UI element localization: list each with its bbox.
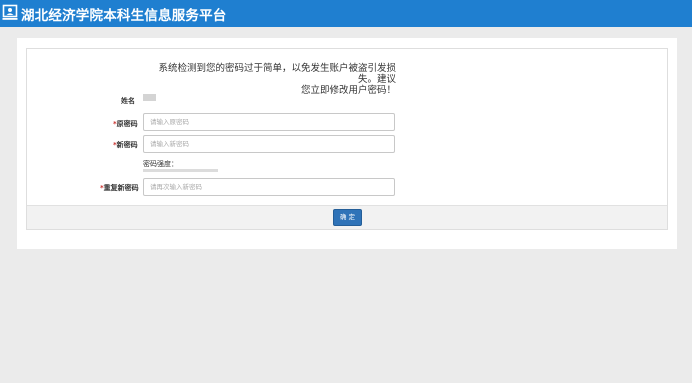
name-value-redacted: [143, 94, 156, 101]
weak-password-notice: 系统检测到您的密码过于简单，以免发生账户被盗引发损失。建议 您立即修改用户密码！: [146, 63, 396, 96]
new-password-label: *新密码: [113, 141, 138, 149]
top-header-bar: 湖北经济学院本科生信息服务平台: [0, 0, 692, 27]
site-title: 湖北经济学院本科生信息服务平台: [21, 8, 227, 24]
notice-line-1: 系统检测到您的密码过于简单，以免发生账户被盗引发损失。建议: [158, 63, 396, 85]
password-strength-label: 密码强度：: [143, 160, 178, 168]
new-password-input[interactable]: [143, 135, 395, 153]
password-strength-bar: [143, 169, 218, 172]
confirm-password-label: *重复新密码: [100, 184, 139, 192]
submit-button[interactable]: 确 定: [333, 209, 362, 226]
name-label: 姓名: [121, 97, 135, 105]
confirm-password-input[interactable]: [143, 178, 395, 196]
person-card-icon: [2, 4, 18, 20]
old-password-input[interactable]: [143, 113, 395, 131]
old-password-label: *原密码: [113, 120, 138, 128]
notice-line-2: 您立即修改用户密码！: [300, 85, 396, 96]
